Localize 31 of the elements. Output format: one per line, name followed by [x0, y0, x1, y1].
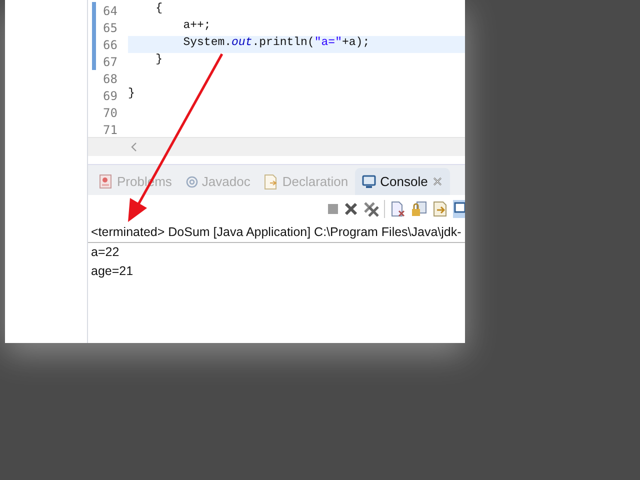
code-line: }	[154, 53, 164, 68]
line-number: 64	[102, 4, 118, 18]
console-header: <terminated> DoSum [Java Application] C:\Program Files\Java\jdk-	[88, 223, 465, 243]
monitor-icon[interactable]	[453, 200, 465, 218]
clear-document-icon[interactable]	[390, 201, 406, 217]
line-number: 65	[102, 20, 118, 34]
problems-icon	[99, 174, 113, 189]
view-tab[interactable]: Javadoc	[178, 168, 258, 195]
code-line: {	[154, 2, 164, 17]
view-tab[interactable]: Declaration	[257, 168, 356, 195]
close-icon[interactable]	[344, 202, 358, 216]
code-line: a++;	[182, 19, 212, 34]
line-number: 70	[102, 106, 118, 120]
line-number: 69	[102, 88, 118, 102]
line-number: 67	[102, 54, 118, 68]
console-output-line: age=21	[90, 263, 134, 280]
code-line: }	[128, 87, 136, 102]
lock-icon[interactable]	[411, 201, 427, 217]
line-number: 71	[102, 122, 118, 136]
document-arrow-icon[interactable]	[432, 201, 448, 217]
document-icon	[264, 174, 278, 190]
line-number: 66	[102, 38, 118, 52]
line-number: 68	[102, 72, 118, 86]
remove-all-icon[interactable]	[363, 201, 379, 217]
at-sign-icon	[186, 176, 198, 188]
scroll-left-icon[interactable]	[131, 142, 137, 152]
monitor-icon	[362, 174, 376, 188]
view-tab[interactable]: Console	[355, 168, 450, 195]
console-output-line: a=22	[90, 244, 120, 261]
close-icon[interactable]	[432, 176, 443, 187]
stop-icon[interactable]	[327, 203, 339, 215]
